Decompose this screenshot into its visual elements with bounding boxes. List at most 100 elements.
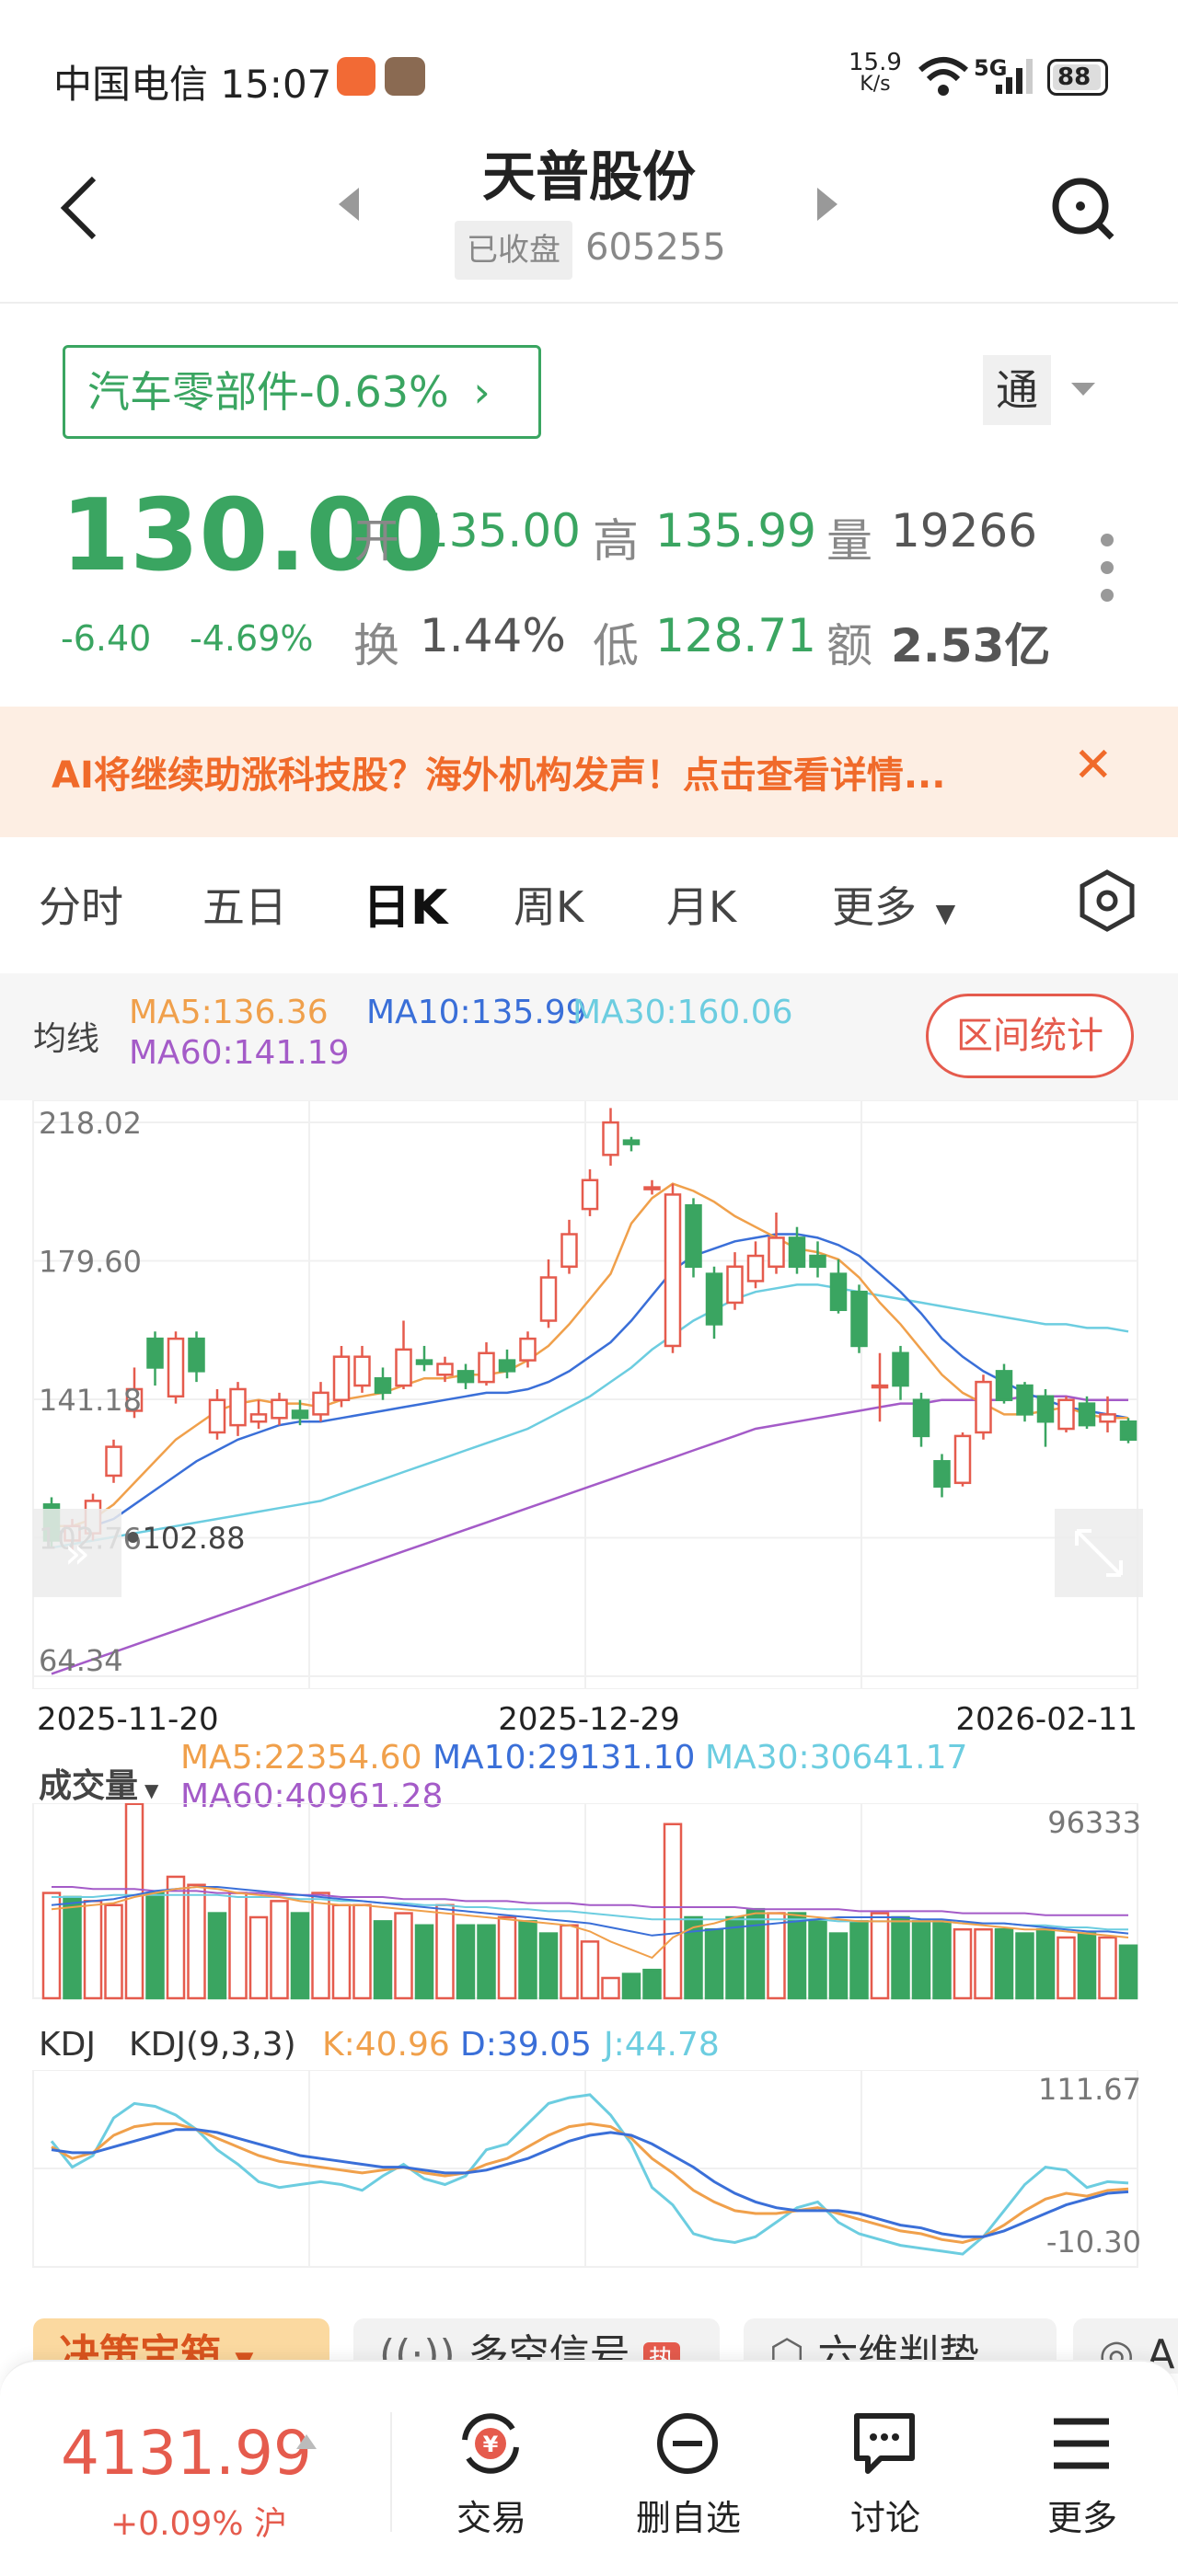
candle-body [664, 1193, 682, 1348]
candle [456, 1363, 475, 1389]
volume-label: 量 [826, 514, 872, 568]
remove-watchlist-button[interactable] [628, 2407, 747, 2484]
amount-label: 额 [826, 619, 872, 673]
discuss-button[interactable] [825, 2407, 944, 2484]
trade-icon: ¥ [462, 2413, 519, 2474]
volume-bar [1098, 1936, 1117, 2000]
volume-label: 成交量 [39, 1767, 139, 1805]
candle-body [436, 1363, 454, 1376]
candle-body [975, 1380, 992, 1434]
volume-bar [621, 1972, 641, 2000]
candle [105, 1439, 122, 1483]
ma10-value: MA10:135.99 [366, 994, 587, 1031]
candle-body [498, 1359, 516, 1373]
volume-bar [870, 1912, 890, 2000]
candle-body [1099, 1413, 1116, 1423]
candle [809, 1241, 826, 1278]
x-tick-label: 2026-02-11 [955, 1701, 1138, 1738]
candle-body [746, 1254, 765, 1282]
price-change-pct: -4.69% [190, 618, 314, 659]
candle [1036, 1388, 1055, 1447]
tab-intraday[interactable]: 分时 [39, 874, 123, 935]
volume-chart[interactable]: 96333 [0, 1803, 1178, 2006]
candle-body [208, 1398, 226, 1434]
remove-watchlist-label: 删自选 [635, 2498, 741, 2538]
kdj-chart[interactable]: 111.67 -10.30 [0, 2070, 1178, 2272]
index-change: +0.09% 沪 [110, 2505, 287, 2543]
candlestick-chart[interactable]: 218.02179.60141.18102.7664.34102.88» [0, 1100, 1178, 1689]
more-menu-icon [1054, 2418, 1109, 2469]
candle [1016, 1382, 1034, 1422]
volume-bar [828, 1932, 849, 2000]
volume-bar [1035, 1927, 1056, 2000]
kdj-legend: KDJ KDJ(9,3,3) K:40.96 D:39.05 J:44.78 [0, 2022, 1178, 2068]
volume-bar [560, 1924, 579, 2000]
tong-badge[interactable]: 通 [983, 355, 1051, 425]
volume-bar [228, 1892, 248, 2000]
next-stock-button[interactable] [814, 186, 841, 226]
chevron-down-icon[interactable] [1069, 381, 1097, 403]
bar-separator [390, 2412, 392, 2532]
volume-bar [124, 1803, 144, 2000]
vol-ma60-line [52, 1886, 1128, 1916]
amount-value: 2.53亿 [891, 619, 1051, 673]
stock-code: 605255 [585, 226, 726, 269]
battery-icon: 88 [1047, 59, 1108, 96]
candle [1078, 1396, 1096, 1430]
chart-settings-icon[interactable] [1077, 868, 1138, 937]
sector-tag[interactable]: 汽车零部件-0.63% › [63, 345, 541, 439]
kdj-j-line [50, 2093, 1129, 2256]
volume-bar [1057, 1936, 1076, 2000]
candle-body [829, 1272, 848, 1312]
candle [1119, 1418, 1138, 1443]
candle-body [1036, 1395, 1055, 1423]
promo-banner[interactable]: AI将继续助涨科技股？海外机构发声！点击查看详情... ✕ [0, 707, 1178, 837]
candle [768, 1213, 785, 1274]
range-stats-button[interactable]: 区间统计 [926, 994, 1134, 1078]
volume-bar [311, 1892, 330, 2000]
candle-body [249, 1413, 268, 1423]
candle [249, 1399, 268, 1430]
candle [146, 1331, 164, 1386]
tab-monthly-k[interactable]: 月K [666, 874, 736, 935]
volume-bar [704, 1927, 724, 2000]
carrier-time: 中国电信 15:07 [53, 62, 332, 107]
kdj-k-line [51, 2122, 1129, 2245]
net-speed-unit: K/s [860, 73, 891, 96]
tab-weekly-k[interactable]: 周K [514, 874, 583, 935]
tab-five-day[interactable]: 五日 [202, 874, 287, 935]
candle [892, 1345, 909, 1400]
candle-body [933, 1460, 951, 1488]
tab-daily-k[interactable]: 日K [363, 868, 447, 937]
discuss-icon [854, 2413, 915, 2474]
turnover-value: 1.44% [420, 609, 566, 662]
candle [912, 1392, 930, 1447]
volume-bar [248, 1915, 269, 2000]
sector-label: 汽车零部件-0.63% [87, 367, 449, 417]
candle-body [188, 1337, 205, 1373]
index-value[interactable]: 4131.99 [61, 2418, 312, 2489]
volume-bar [518, 1920, 537, 2000]
volume-indicator-select[interactable]: 成交量 ▼ [39, 1759, 158, 1807]
search-button[interactable] [1049, 175, 1115, 245]
close-icon[interactable]: ✕ [1073, 738, 1114, 793]
open-label: 开 [353, 514, 399, 568]
volume-bar [104, 1903, 123, 2000]
candle [229, 1382, 247, 1436]
tab-more[interactable]: 更多 ▼ [832, 874, 955, 935]
kdj-label: KDJ [39, 2026, 96, 2064]
volume-bar [538, 1932, 559, 2000]
y-tick-label: 141.18 [39, 1383, 142, 1418]
candle [188, 1331, 205, 1383]
trade-button[interactable]: ¥ [431, 2407, 550, 2484]
candle [685, 1198, 702, 1278]
candle-body [539, 1276, 558, 1322]
volume-bar [207, 1912, 227, 2000]
more-options-icon[interactable] [1101, 534, 1114, 616]
more-menu-button[interactable] [1022, 2407, 1141, 2484]
candle-body [912, 1398, 930, 1438]
candle-body [353, 1355, 371, 1387]
candle-body [1057, 1398, 1075, 1431]
kdj-k-value: K:40.96 [322, 2026, 450, 2064]
candle [933, 1454, 951, 1498]
